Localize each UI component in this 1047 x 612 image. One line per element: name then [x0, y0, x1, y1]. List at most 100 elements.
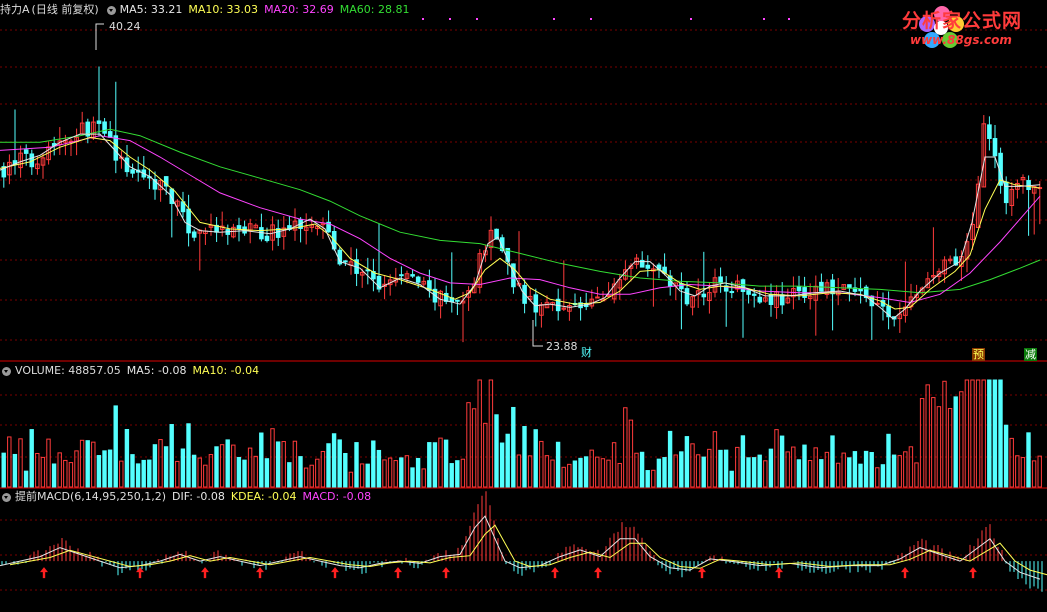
volume-bar: [746, 457, 751, 488]
volume-bar: [494, 414, 499, 488]
volume-bar: [763, 460, 768, 488]
volume-bar: [729, 470, 734, 488]
volume-bar: [46, 438, 51, 488]
volume-bar: [701, 456, 706, 488]
volume-bar: [667, 430, 673, 488]
volume-bar: [1015, 455, 1020, 488]
volume-bar: [953, 396, 958, 488]
volume-bar: [578, 457, 583, 488]
volume-bar: [975, 379, 981, 488]
volume-bar: [914, 462, 919, 488]
candle-body: [107, 131, 113, 138]
macd-dropdown-icon[interactable]: [2, 492, 11, 502]
volume-bar: [572, 460, 578, 488]
volume-bar: [639, 451, 645, 488]
volume-dropdown-icon[interactable]: [2, 366, 11, 376]
stock-title: 持力A: [0, 3, 30, 16]
volume-bar: [623, 407, 628, 488]
volume-bar: [275, 441, 281, 488]
event-marker: [690, 18, 692, 20]
volume-bar: [51, 463, 57, 488]
candle-body: [96, 120, 102, 124]
event-marker: [590, 18, 592, 20]
volume-bar: [600, 458, 606, 488]
event-marker: [476, 18, 478, 20]
macd-dif: DIF: -0.08: [172, 490, 225, 503]
volume-bar: [511, 406, 516, 488]
volume-bar: [57, 452, 62, 488]
volume-bar: [869, 452, 874, 488]
forecast-tag[interactable]: 预: [972, 348, 985, 361]
volume-bar: [824, 451, 830, 488]
volume-bar: [7, 436, 12, 488]
event-marker: [553, 18, 555, 20]
volume-bar: [723, 449, 729, 488]
volume-bar: [35, 452, 40, 488]
candle-body: [264, 235, 270, 242]
volume-bar: [236, 456, 242, 488]
candle-body: [343, 260, 348, 263]
volume-bar: [466, 402, 471, 488]
ma60-line: [0, 128, 1041, 294]
candle-body: [455, 299, 460, 302]
reduce-tag[interactable]: 减: [1024, 348, 1037, 361]
volume-bar: [589, 449, 594, 488]
buy-signal-arrow-icon: [551, 567, 559, 579]
candle-body: [796, 286, 802, 292]
volume-bar: [712, 431, 718, 488]
candle-body: [130, 169, 135, 174]
volume-bar: [695, 454, 701, 488]
macd-kdea: KDEA: -0.04: [230, 490, 297, 503]
volume-bar: [107, 449, 113, 488]
volume-bar: [555, 441, 561, 488]
buy-signal-arrow-icon: [256, 567, 264, 579]
volume-bar: [567, 463, 572, 488]
volume-ma5: MA5: -0.08: [126, 364, 187, 377]
volume-bar: [147, 459, 152, 488]
volume-bar: [242, 459, 247, 488]
buy-signal-arrow-icon: [698, 567, 706, 579]
ma20-indicator: MA20: 32.69: [264, 3, 334, 16]
buy-signal-arrow-icon: [201, 567, 209, 579]
volume-bar: [987, 379, 992, 488]
volume-bar: [214, 446, 219, 488]
volume-bar: [287, 462, 292, 488]
candle-body: [236, 225, 242, 229]
volume-bar: [970, 379, 975, 488]
candle-body: [186, 208, 191, 234]
volume-bar: [175, 460, 180, 488]
volume-bar: [774, 429, 779, 488]
volume-bar: [365, 463, 370, 488]
volume-bar: [152, 444, 158, 488]
volume-bar: [432, 442, 438, 488]
candle-body: [113, 135, 119, 161]
volume-bar: [791, 446, 796, 488]
volume-bar: [847, 457, 852, 488]
ma5-indicator: MA5: 33.21: [119, 3, 183, 16]
price-panel-header: 持力A (日线 前复权) MA5: 33.21 MA10: 33.03 MA20…: [0, 2, 416, 18]
volume-bar: [399, 457, 404, 488]
buy-signal-arrow-icon: [394, 567, 402, 579]
volume-bar: [331, 433, 337, 488]
volume-bar: [135, 463, 141, 488]
volume-bar: [875, 467, 880, 488]
volume-bar: [158, 439, 163, 488]
volume-bar: [936, 406, 942, 488]
volume-bar: [298, 456, 303, 488]
low-price-label: 23.88: [546, 340, 578, 353]
volume-bar: [119, 460, 124, 488]
finance-tag[interactable]: 财: [580, 346, 593, 359]
settings-dropdown-icon[interactable]: [106, 5, 116, 15]
buy-signal-arrow-icon: [775, 567, 783, 579]
buy-signal-arrow-icon: [136, 567, 144, 579]
volume-bar: [74, 450, 79, 488]
buy-signal-arrow-icon: [901, 567, 909, 579]
volume-bar: [1003, 424, 1009, 488]
volume-bar: [191, 454, 197, 488]
candle-body: [992, 138, 998, 157]
volume-bar: [337, 439, 342, 488]
volume-bar: [443, 439, 449, 488]
high-price-pointer: [95, 23, 104, 50]
volume-bar: [539, 440, 544, 488]
volume-bar: [880, 464, 886, 488]
